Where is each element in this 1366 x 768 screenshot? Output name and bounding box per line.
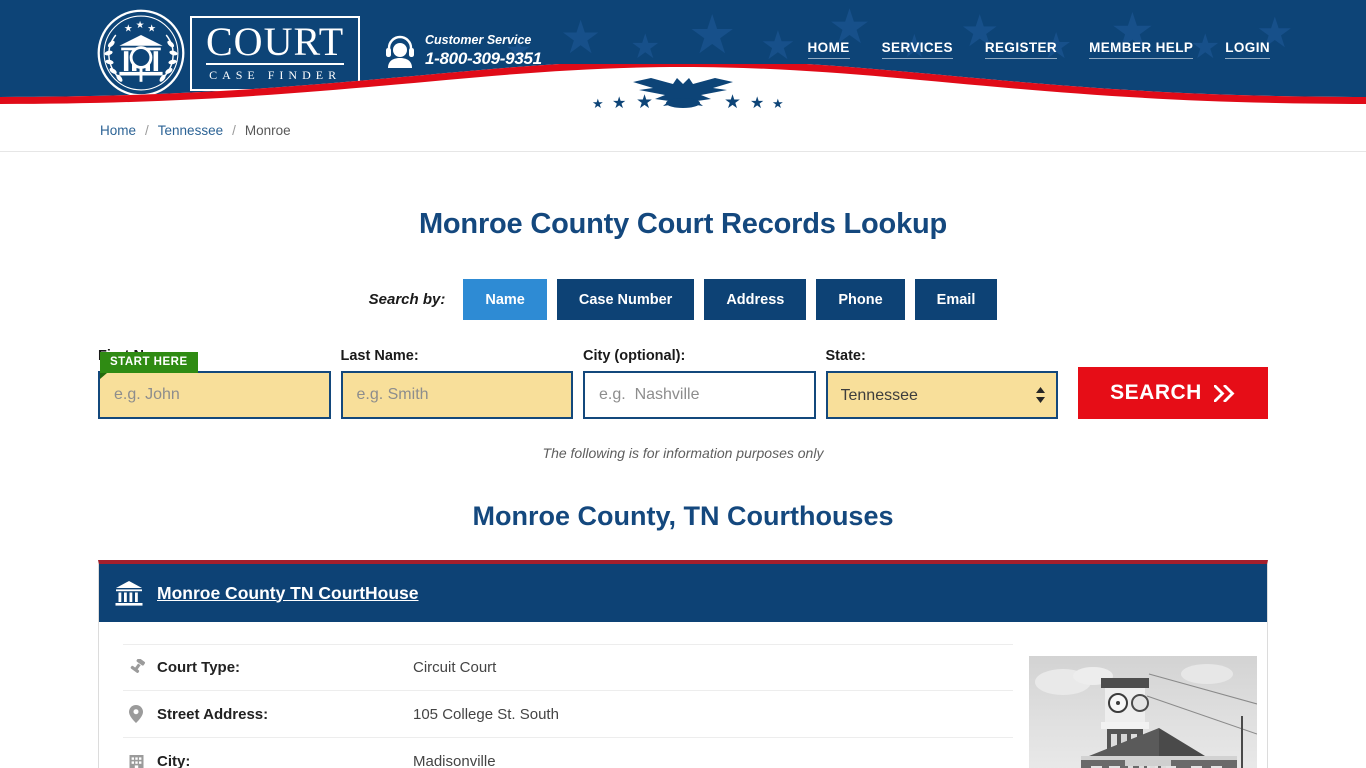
search-form-row: First Name: Last Name: City (optional): …: [0, 348, 1366, 419]
detail-label-court-type: Court Type:: [157, 659, 241, 676]
breadcrumb-item-tennessee[interactable]: Tennessee: [158, 123, 223, 138]
breadcrumb-item-home[interactable]: Home: [100, 123, 136, 138]
detail-value-court-type: Circuit Court: [413, 659, 497, 676]
courthouse-card-body: Court Type: Circuit Court Street Address…: [99, 622, 1267, 768]
search-by-label: Search by:: [368, 291, 446, 308]
last-name-label: Last Name:: [340, 348, 419, 364]
svg-text:★: ★: [136, 20, 145, 31]
site-header: ★ ★ ★ ★ ★ ★ ★ ★ ★ ★ ★ ★ ★ ★ ★ COURT CASE…: [0, 0, 1366, 110]
main-content: Monroe County Court Records Lookup Searc…: [0, 208, 1366, 768]
logo-title: COURT: [206, 18, 345, 65]
city-field-group: City (optional):: [583, 348, 816, 419]
svg-text:★: ★: [612, 93, 626, 110]
city-input[interactable]: [583, 371, 816, 419]
nav-item-home[interactable]: HOME: [807, 40, 850, 59]
eagle-stars-emblem: ★ ★ ★ ★ ★ ★: [592, 78, 784, 110]
gavel-icon: [123, 659, 157, 676]
nav-item-register[interactable]: REGISTER: [984, 40, 1058, 59]
building-icon: [123, 753, 157, 768]
main-navigation: HOME SERVICES REGISTER MEMBER HELP LOGIN: [807, 40, 1270, 59]
disclaimer-note: The following is for information purpose…: [542, 445, 824, 461]
courthouse-card-header: Monroe County TN CourtHouse: [99, 564, 1267, 622]
nav-item-member-help[interactable]: MEMBER HELP: [1089, 40, 1194, 59]
customer-service-label: Customer Service: [425, 33, 532, 47]
state-select[interactable]: Tennessee: [825, 371, 1058, 419]
detail-label-street-address: Street Address:: [157, 705, 269, 723]
double-chevron-right-icon: [1213, 384, 1235, 402]
search-button[interactable]: SEARCH: [1078, 367, 1268, 419]
state-select-wrap: Tennessee: [825, 371, 1058, 419]
page-title: Monroe County Court Records Lookup: [418, 208, 948, 240]
tab-name[interactable]: Name: [463, 279, 547, 320]
courthouses-section-title: Monroe County, TN Courthouses: [472, 501, 894, 531]
breadcrumb-separator: /: [232, 123, 236, 138]
tab-address[interactable]: Address: [704, 279, 807, 320]
nav-item-services[interactable]: SERVICES: [881, 40, 953, 59]
svg-text:★: ★: [750, 93, 764, 110]
svg-text:★: ★: [124, 23, 133, 34]
detail-value-street-address: 105 College St. South: [413, 705, 559, 723]
breadcrumb: Home / Tennessee / Monroe: [0, 110, 1366, 152]
svg-text:★: ★: [636, 91, 653, 110]
tab-case-number[interactable]: Case Number: [556, 279, 695, 320]
headset-support-icon: [386, 35, 414, 68]
courthouse-photo-column: [1013, 636, 1257, 768]
classical-courthouse-icon: [115, 580, 143, 606]
detail-label-city: City:: [157, 752, 191, 768]
detail-row-street-address: Street Address: 105 College St. South: [123, 691, 1013, 738]
courthouse-card: Monroe County TN CourtHouse Court Type: …: [98, 560, 1268, 768]
breadcrumb-separator: /: [145, 123, 149, 138]
state-label: State:: [825, 348, 866, 364]
search-button-label: SEARCH: [1110, 381, 1202, 404]
search-form: START HERE First Name: Last Name: City (…: [0, 348, 1366, 419]
map-pin-icon: [123, 705, 157, 723]
search-by-tabs: Search by: Name Case Number Address Phon…: [0, 279, 1366, 320]
tab-phone[interactable]: Phone: [816, 279, 905, 320]
courthouse-photo: [1029, 656, 1257, 768]
svg-text:★: ★: [592, 97, 604, 110]
start-here-badge: START HERE: [100, 352, 198, 379]
city-label: City (optional):: [583, 348, 686, 364]
svg-text:★: ★: [147, 23, 156, 34]
svg-text:★: ★: [724, 91, 741, 110]
nav-item-login[interactable]: LOGIN: [1225, 40, 1270, 59]
breadcrumb-item-monroe: Monroe: [244, 123, 291, 138]
svg-text:★: ★: [772, 97, 784, 110]
last-name-field-group: Last Name:: [340, 348, 573, 419]
first-name-input[interactable]: [98, 371, 331, 419]
detail-row-city: City: Madisonville: [123, 738, 1013, 768]
courthouse-name-link[interactable]: Monroe County TN CourtHouse: [157, 583, 419, 604]
courthouse-details: Court Type: Circuit Court Street Address…: [123, 636, 1013, 768]
detail-row-court-type: Court Type: Circuit Court: [123, 644, 1013, 691]
tab-email[interactable]: Email: [914, 279, 998, 320]
state-field-group: State: Tennessee: [825, 348, 1058, 419]
detail-value-city: Madisonville: [413, 752, 496, 768]
last-name-input[interactable]: [340, 371, 573, 419]
